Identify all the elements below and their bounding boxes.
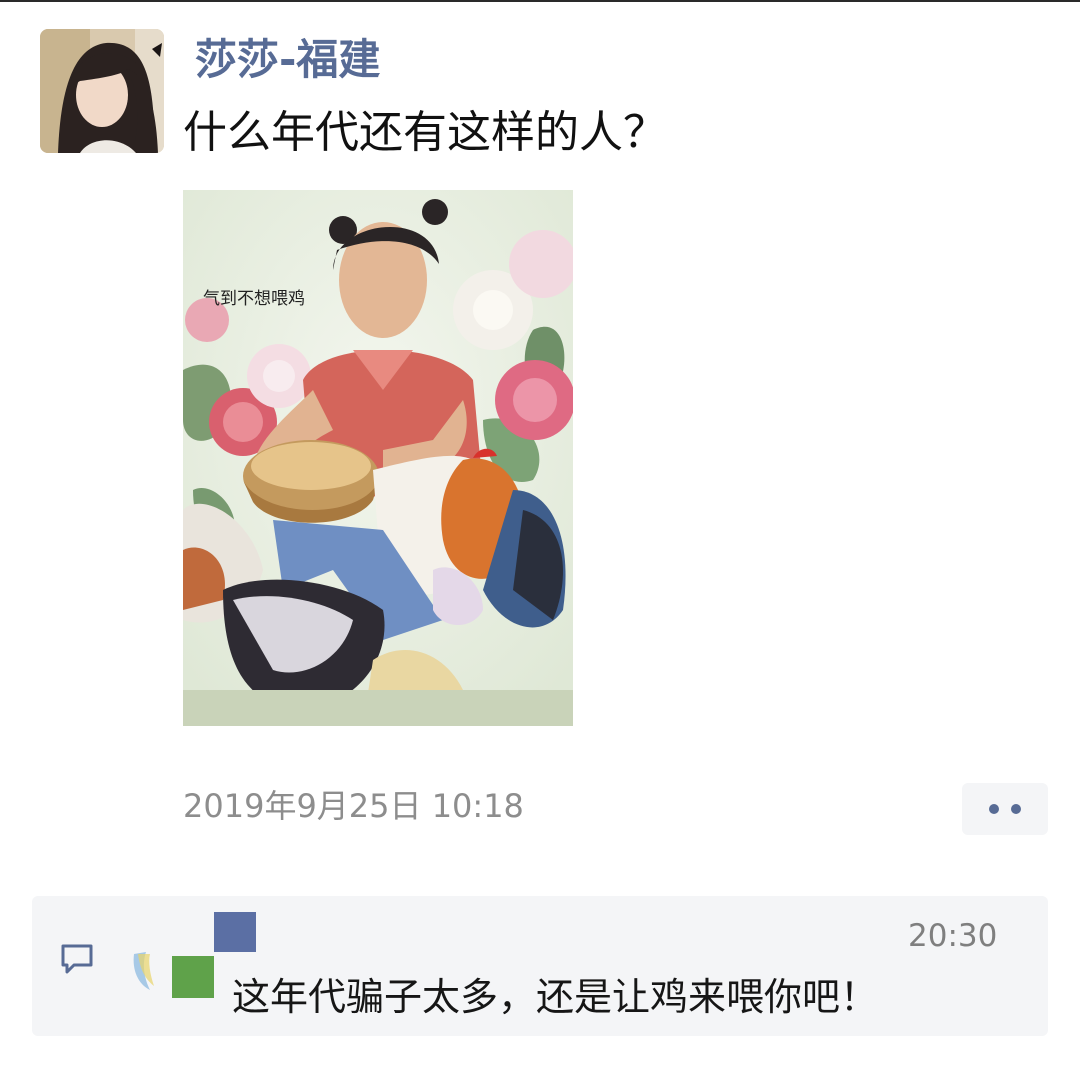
author-avatar[interactable] xyxy=(40,29,164,153)
more-dots-icon xyxy=(1011,804,1021,814)
more-dots-icon xyxy=(989,804,999,814)
post-image[interactable]: 气到不想喂鸡 xyxy=(183,190,573,726)
post-timestamp: 2019年9月25日 10:18 xyxy=(183,787,524,825)
comment-section: 20:30 这年代骗子太多，还是让鸡来喂你吧！ xyxy=(32,896,1048,1036)
comment-bubble-icon xyxy=(61,944,93,974)
more-options-button[interactable] xyxy=(962,783,1048,835)
author-name[interactable]: 莎莎-福建 xyxy=(195,34,380,86)
image-caption: 气到不想喂鸡 xyxy=(203,289,305,309)
comment-time: 20:30 xyxy=(908,918,998,954)
post-text: 什么年代还有这样的人？ xyxy=(183,107,667,158)
comment-text: 这年代骗子太多，还是让鸡来喂你吧！ xyxy=(232,975,879,1019)
top-border xyxy=(0,0,1080,2)
